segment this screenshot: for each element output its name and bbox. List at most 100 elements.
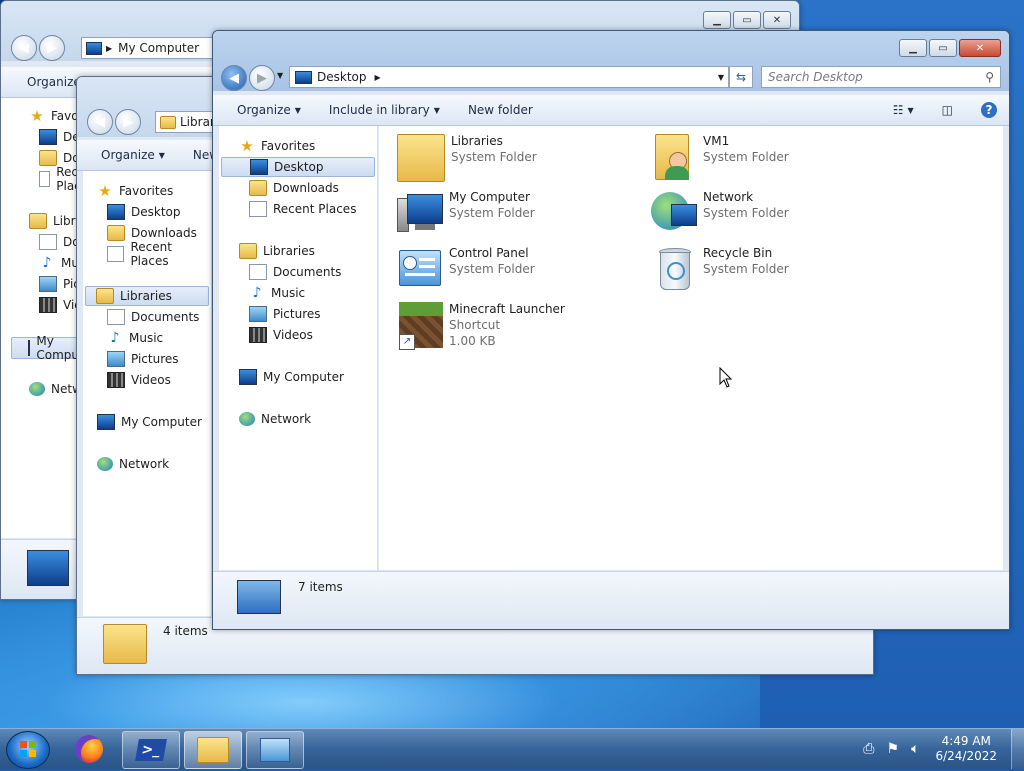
libraries-icon <box>397 134 445 182</box>
system-tray: ⎙ ⚑ 🔈︎ 4:49 AM 6/24/2022 <box>857 729 1024 769</box>
breadcrumb-arrow-icon: ▶ <box>374 72 381 82</box>
nav-my-computer[interactable]: My Computer <box>239 367 344 387</box>
nav-documents[interactable]: Documents <box>107 307 199 327</box>
list-item[interactable]: Control Panel System Folder <box>397 246 535 292</box>
list-item[interactable]: Libraries System Folder <box>397 134 537 182</box>
desktop-icon <box>39 129 57 145</box>
nav-libraries[interactable]: Libraries <box>239 241 315 261</box>
music-icon: ♪ <box>42 255 52 271</box>
videos-icon <box>107 372 125 388</box>
address-bar[interactable]: ▶ My Computer <box>81 37 213 59</box>
organize-button[interactable]: Organize ▼ <box>213 103 315 117</box>
new-folder-button[interactable]: New folder <box>454 103 547 117</box>
help-button[interactable]: ? <box>967 102 1009 118</box>
nav-music[interactable]: ♪Music <box>249 283 306 303</box>
help-icon: ? <box>981 102 997 118</box>
nav-videos[interactable]: Videos <box>107 370 171 390</box>
nav-videos[interactable]: Videos <box>249 325 313 345</box>
recent-pages-dropdown[interactable]: ▼ <box>277 71 283 80</box>
view-options-button[interactable]: ☷ ▼ <box>879 103 928 117</box>
list-item[interactable]: VM1 System Folder <box>651 134 789 180</box>
list-item[interactable]: Network System Folder <box>651 190 789 236</box>
close-button[interactable]: ✕ <box>959 39 1001 57</box>
show-desktop-button[interactable] <box>1011 729 1024 769</box>
action-center-icon[interactable]: ⚑ <box>887 741 900 757</box>
nav-music[interactable]: ♪Music <box>107 328 164 348</box>
start-button[interactable] <box>6 731 50 769</box>
nav-network[interactable]: Network <box>239 409 311 429</box>
control-panel-taskbar-button[interactable] <box>246 731 304 769</box>
maximize-button[interactable]: ▭ <box>929 39 957 57</box>
libraries-icon <box>239 243 257 259</box>
caption-buttons: ▁ ▭ ✕ <box>703 11 791 29</box>
videos-icon <box>39 297 57 313</box>
minimize-button[interactable]: ▁ <box>703 11 731 29</box>
nav-recent-places[interactable]: Recent Places <box>249 199 356 219</box>
computer-icon <box>86 41 102 55</box>
computer-icon <box>97 414 115 430</box>
nav-downloads[interactable]: Downloads <box>249 178 339 198</box>
address-text: My Computer <box>118 41 200 55</box>
nav-my-computer[interactable]: My Computer <box>97 412 202 432</box>
status-item-count: 7 items <box>298 580 343 594</box>
nav-pictures[interactable]: Pictures <box>107 349 179 369</box>
star-icon: ★ <box>240 137 254 155</box>
nav-network[interactable]: Network <box>97 454 169 474</box>
list-item[interactable]: My Computer System Folder <box>397 190 535 236</box>
documents-icon <box>249 264 267 280</box>
clock-date: 6/24/2022 <box>935 749 997 763</box>
toolbar: Organize ▼ Include in library ▼ New folder… <box>213 95 1009 126</box>
refresh-button[interactable]: ⇆ <box>729 66 753 88</box>
recent-places-icon <box>107 246 125 262</box>
clock[interactable]: 4:49 AM 6/24/2022 <box>935 734 997 764</box>
close-button[interactable]: ✕ <box>763 11 791 29</box>
preview-pane-icon: ◫ <box>941 103 953 117</box>
status-item-count: 4 items <box>163 624 208 638</box>
nav-favorites[interactable]: ★Favorites <box>239 136 315 156</box>
chevron-down-icon: ▼ <box>907 105 914 115</box>
control-panel-icon <box>260 738 290 762</box>
include-in-library-button[interactable]: Include in library ▼ <box>315 103 454 117</box>
back-button[interactable]: ◀ <box>87 109 113 135</box>
list-item[interactable]: Recycle Bin System Folder <box>651 246 789 292</box>
control-panel-icon <box>397 246 443 292</box>
nav-libraries[interactable]: Libraries <box>85 286 209 306</box>
nav-pictures[interactable]: Pictures <box>249 304 321 324</box>
list-item[interactable]: ↗ Minecraft Launcher Shortcut 1.00 KB <box>397 302 565 350</box>
explorer-taskbar-button[interactable] <box>184 731 242 769</box>
forward-button[interactable]: ▶ <box>249 65 275 91</box>
address-arrow: ▶ <box>106 43 113 53</box>
volume-icon[interactable]: 🔈︎ <box>911 741 919 757</box>
maximize-button[interactable]: ▭ <box>733 11 761 29</box>
back-button[interactable]: ◀ <box>221 65 247 91</box>
libraries-icon <box>160 115 176 129</box>
forward-button[interactable]: ▶ <box>115 109 141 135</box>
address-bar[interactable]: Desktop ▶ ▼ <box>289 66 729 88</box>
nav-recent-places[interactable]: Recent Places <box>107 240 211 268</box>
documents-icon <box>107 309 125 325</box>
network-tray-icon[interactable]: ⎙ <box>863 741 874 757</box>
organize-button[interactable]: Organize ▼ <box>77 148 179 162</box>
nav-documents[interactable]: Documents <box>249 262 341 282</box>
firefox-taskbar-button[interactable] <box>66 731 112 767</box>
libraries-icon <box>29 213 47 229</box>
computer-large-icon <box>27 550 69 586</box>
chevron-down-icon: ▼ <box>158 150 165 160</box>
nav-desktop[interactable]: Desktop <box>107 202 181 222</box>
file-list: Libraries System Folder VM1 System Folder … <box>379 126 1003 570</box>
music-icon: ♪ <box>252 285 262 301</box>
nav-favorites[interactable]: ★Favorites <box>97 181 173 201</box>
desktop-window[interactable]: ▁ ▭ ✕ ◀ ▶ ▼ Desktop ▶ ▼ ⇆ Search Desktop… <box>212 30 1010 630</box>
powershell-taskbar-button[interactable]: >_ <box>122 731 180 769</box>
address-dropdown-icon[interactable]: ▼ <box>718 73 724 82</box>
preview-pane-button[interactable]: ◫ <box>928 103 967 117</box>
minimize-button[interactable]: ▁ <box>899 39 927 57</box>
star-icon: ★ <box>98 182 112 200</box>
network-icon <box>29 382 45 396</box>
forward-button[interactable]: ▶ <box>39 35 65 61</box>
mouse-cursor <box>719 367 733 388</box>
nav-desktop[interactable]: Desktop <box>221 157 375 177</box>
back-button[interactable]: ◀ <box>11 35 37 61</box>
network-icon <box>651 190 697 236</box>
search-input[interactable]: Search Desktop ⚲ <box>761 66 1001 88</box>
